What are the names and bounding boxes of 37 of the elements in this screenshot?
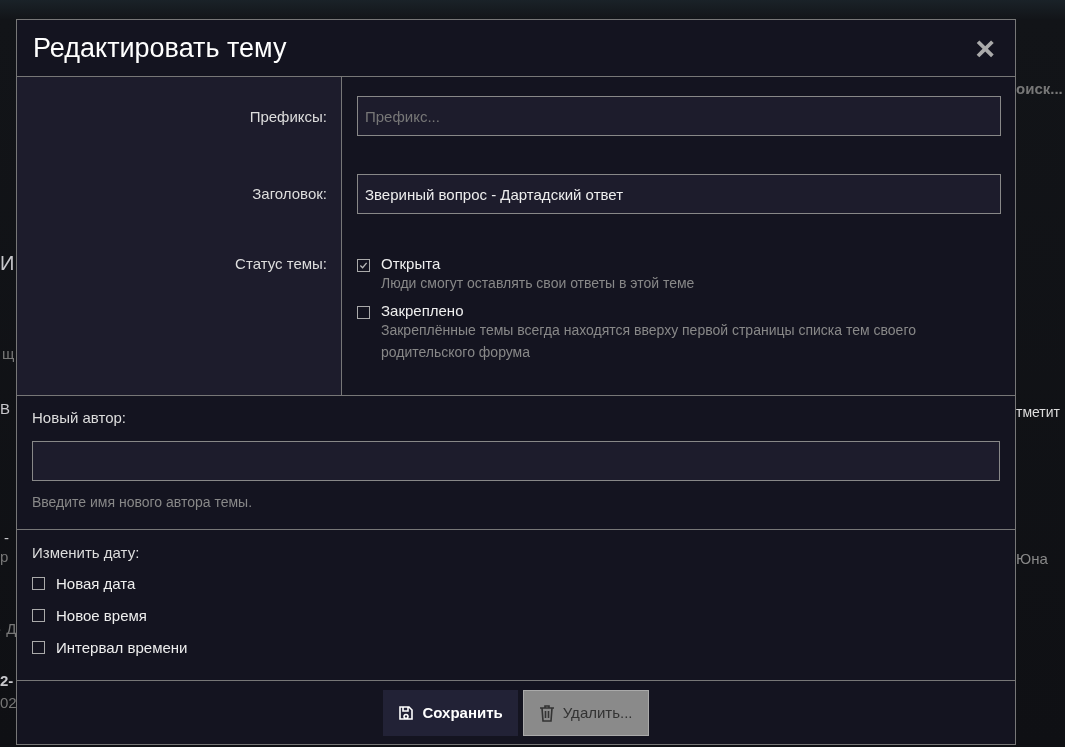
checkbox-label: Интервал времени <box>56 638 188 656</box>
field-label: Префиксы: <box>249 108 327 125</box>
background-text: р <box>0 548 10 565</box>
option-hint: Закреплённые темы всегда находятся вверху первой страницы списка тем своего родительского форума <box>381 321 917 362</box>
checkbox[interactable] <box>32 640 45 654</box>
background-text: щ <box>2 345 16 362</box>
dialog-title: Редактировать тему <box>33 32 287 64</box>
input-field[interactable]: Звериный вопрос - Дартадский ответ <box>357 174 1001 214</box>
trash-icon <box>538 703 555 722</box>
checkbox[interactable] <box>32 608 45 622</box>
save-button[interactable]: Сохранить <box>383 689 518 736</box>
checkbox[interactable] <box>357 259 370 272</box>
input-field[interactable]: Префикс... <box>357 96 1001 136</box>
background-text: Юна <box>1016 550 1049 567</box>
field-label: Статус темы: <box>235 255 327 272</box>
checkbox-label: Закреплено <box>381 302 465 319</box>
field-hint: Введите имя нового автора темы. <box>32 494 254 510</box>
checkbox-label: Новое время <box>56 606 147 624</box>
field-label: Заголовок: <box>252 185 327 202</box>
background-text: - <box>4 529 10 546</box>
checkbox-label: Новая дата <box>56 574 136 592</box>
field-label: Изменить дату: <box>32 544 141 561</box>
background-text: 2- <box>0 672 15 689</box>
option-hint: Люди смогут оставлять свои ответы в этой теме <box>381 274 696 293</box>
background-text: тметит <box>1016 404 1061 420</box>
background-text: оиск... <box>1016 80 1064 97</box>
close-button[interactable]: × <box>971 31 999 65</box>
field-label: Новый автор: <box>32 409 127 426</box>
background-text: В <box>0 400 11 417</box>
checkbox-label: Открыта <box>381 255 442 272</box>
background-text: И <box>0 252 16 275</box>
checkmark-icon <box>359 261 368 270</box>
checkbox[interactable] <box>32 576 45 590</box>
checkbox[interactable] <box>357 306 370 319</box>
delete-button[interactable]: Удалить... <box>522 689 649 736</box>
input-field[interactable] <box>32 441 1000 481</box>
background-text: 02 <box>0 694 16 711</box>
